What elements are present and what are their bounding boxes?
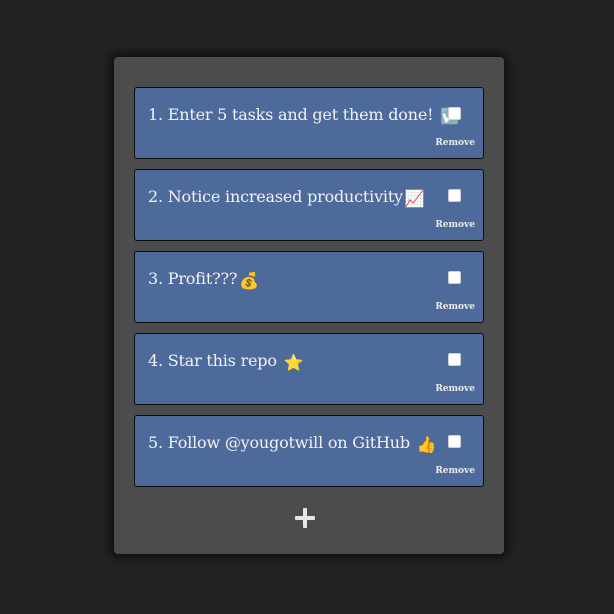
task-text: 5. Follow @yougotwill on GitHub 👍 — [148, 433, 437, 454]
remove-button[interactable]: Remove — [435, 302, 475, 312]
thumbs-up-icon: 👍 — [416, 435, 437, 454]
remove-button[interactable]: Remove — [435, 466, 475, 476]
task-item: 2. Notice increased productivity 📈 Remove — [134, 169, 484, 241]
task-item: 5. Follow @yougotwill on GitHub 👍 Remove — [134, 415, 484, 487]
task-item: 1. Enter 5 tasks and get them done! ☑️ R… — [134, 87, 484, 159]
task-list: 1. Enter 5 tasks and get them done! ☑️ R… — [134, 87, 484, 497]
task-checkbox[interactable] — [448, 353, 461, 366]
chart-increasing-icon: 📈 — [404, 189, 425, 208]
task-text: 1. Enter 5 tasks and get them done! ☑️ — [148, 105, 460, 126]
money-bag-icon: 💰 — [239, 271, 259, 290]
task-checkbox[interactable] — [448, 271, 461, 284]
remove-button[interactable]: Remove — [435, 220, 475, 230]
remove-button[interactable]: Remove — [435, 138, 475, 148]
remove-button[interactable]: Remove — [435, 384, 475, 394]
task-item: 3. Profit??? 💰 Remove — [134, 251, 484, 323]
task-item: 4. Star this repo ⭐ Remove — [134, 333, 484, 405]
task-text: 3. Profit??? 💰 — [148, 269, 259, 290]
add-task-button[interactable] — [294, 507, 316, 529]
star-icon: ⭐ — [283, 353, 304, 372]
task-checkbox[interactable] — [448, 435, 461, 448]
task-text: 4. Star this repo ⭐ — [148, 351, 304, 372]
task-text: 2. Notice increased productivity 📈 — [148, 187, 425, 208]
task-checkbox[interactable] — [448, 189, 461, 202]
todo-panel: 1. Enter 5 tasks and get them done! ☑️ R… — [114, 57, 504, 554]
task-checkbox[interactable] — [448, 107, 461, 120]
